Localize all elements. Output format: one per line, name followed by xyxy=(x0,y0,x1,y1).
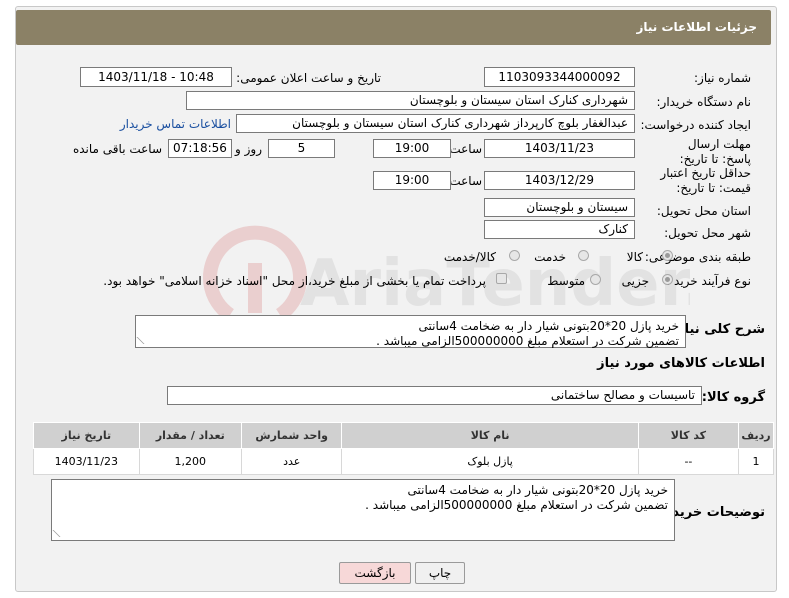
need-number-label: شماره نیاز: xyxy=(694,71,751,85)
validity-time-label: ساعت xyxy=(449,174,482,188)
announce-datetime-field: 1403/11/18 - 10:48 xyxy=(80,67,232,87)
col-item-name: نام کالا xyxy=(341,422,639,449)
notes-line-1: خرید پازل 20*20بتونی شیار دار به ضخامت 4… xyxy=(407,483,668,497)
print-button[interactable]: چاپ xyxy=(415,562,465,584)
process-minor-radio[interactable] xyxy=(662,274,673,285)
category-service-label: خدمت xyxy=(534,250,566,264)
province-label: استان محل تحویل: xyxy=(656,204,751,218)
buyer-org-label: نام دستگاه خریدار: xyxy=(656,95,752,109)
description-textarea[interactable]: خرید پازل 20*20بتونی شیار دار به ضخامت 4… xyxy=(135,315,686,348)
col-item-code: کد کالا xyxy=(637,422,740,449)
reply-time-field: 19:00 xyxy=(373,139,451,158)
buyer-notes-textarea[interactable]: خرید پازل 20*20بتونی شیار دار به ضخامت 4… xyxy=(51,479,675,541)
cell-quantity: 1,200 xyxy=(138,448,242,475)
remaining-time-field: 07:18:56 xyxy=(168,139,232,158)
need-number-field: 1103093344000092 xyxy=(484,67,635,87)
announce-datetime-label: تاریخ و ساعت اعلان عمومی: xyxy=(236,71,381,85)
reply-time-label: ساعت xyxy=(449,142,482,156)
reply-date-field: 1403/11/23 xyxy=(484,139,635,158)
page-header: جزئیات اطلاعات نیاز xyxy=(16,10,771,45)
days-label: روز و xyxy=(235,142,262,156)
cell-need-date: 1403/11/23 xyxy=(33,448,140,475)
requester-label: ایجاد کننده درخواست: xyxy=(640,118,751,132)
process-medium-label: متوسط xyxy=(547,274,585,288)
city-label: شهر محل تحویل: xyxy=(664,226,751,240)
resize-grip-icon[interactable] xyxy=(52,530,68,537)
goods-group-field: تاسیسات و مصالح ساختمانی xyxy=(167,386,702,405)
page-title: جزئیات اطلاعات نیاز xyxy=(636,20,757,34)
city-field: کنارک xyxy=(484,220,635,239)
category-goods-radio[interactable] xyxy=(662,250,673,261)
goods-info-title: اطلاعات کالاهای مورد نیاز xyxy=(597,356,765,371)
cell-row-number: 1 xyxy=(738,448,774,475)
category-goods-label: کالا xyxy=(626,250,643,264)
table-row[interactable]: 1 -- پازل بلوک عدد 1,200 1403/11/23 xyxy=(33,448,774,475)
cell-unit: عدد xyxy=(240,448,343,475)
category-goods-service-radio[interactable] xyxy=(509,250,520,261)
cell-item-name: پازل بلوک xyxy=(341,448,639,475)
notes-line-2: تضمین شرکت در استعلام مبلغ 500000000الزا… xyxy=(365,498,668,512)
col-need-date: تاریخ نیاز xyxy=(33,422,140,449)
days-field: 5 xyxy=(268,139,335,158)
goods-table: ردیف کد کالا نام کالا واحد شمارش تعداد /… xyxy=(33,422,774,475)
col-row-number: ردیف xyxy=(738,422,774,449)
requester-field: عبدالغفار بلوچ کارپرداز شهرداری کنارک اس… xyxy=(236,114,635,133)
validity-time-field: 19:00 xyxy=(373,171,451,190)
back-button[interactable]: بازگشت xyxy=(339,562,411,584)
col-quantity: تعداد / مقدار xyxy=(138,422,242,449)
category-service-radio[interactable] xyxy=(578,250,589,261)
table-header-row: ردیف کد کالا نام کالا واحد شمارش تعداد /… xyxy=(33,422,774,449)
description-line-2: تضمین شرکت در استعلام مبلغ 500000000الزا… xyxy=(376,334,679,348)
category-label: طبقه بندی موضوعی: xyxy=(644,250,751,264)
remaining-label: ساعت باقی مانده xyxy=(72,142,162,156)
process-medium-radio[interactable] xyxy=(590,274,601,285)
cell-item-code: -- xyxy=(637,448,740,475)
description-line-1: خرید پازل 20*20بتونی شیار دار به ضخامت 4… xyxy=(418,319,679,333)
treasury-payment-checkbox[interactable] xyxy=(496,273,507,284)
validity-date-field: 1403/12/29 xyxy=(484,171,635,190)
treasury-payment-note: پرداخت تمام یا بخشی از مبلغ خرید،از محل … xyxy=(103,274,486,288)
price-validity-label: حداقل تاریخ اعتبار قیمت: تا تاریخ: xyxy=(660,166,751,195)
process-minor-label: جزیی xyxy=(621,274,649,288)
province-field: سیستان و بلوچستان xyxy=(484,198,635,217)
reply-deadline-label: مهلت ارسال پاسخ: تا تاریخ: xyxy=(679,137,751,166)
category-goods-service-label: کالا/خدمت xyxy=(443,250,496,264)
contact-buyer-link[interactable]: اطلاعات تماس خریدار xyxy=(120,117,231,131)
col-unit: واحد شمارش xyxy=(240,422,343,449)
goods-group-label: گروه کالا: xyxy=(701,390,765,405)
buyer-org-field: شهرداری کنارک استان سیستان و بلوچستان xyxy=(186,91,635,110)
process-label: نوع فرآیند خرید : xyxy=(666,274,751,288)
